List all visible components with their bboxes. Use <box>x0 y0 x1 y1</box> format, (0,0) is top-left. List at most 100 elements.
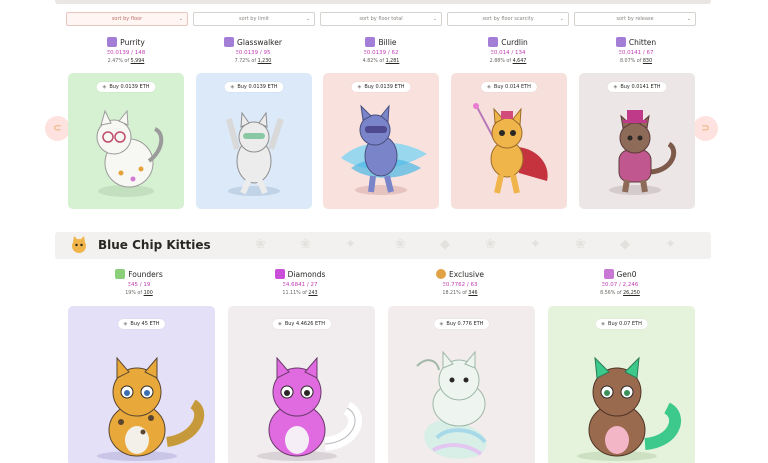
kitty-card-glasswalker[interactable]: ◈ Buy 0.0139 ETH <box>196 73 312 209</box>
kitty-count: 8.07% of 830 <box>578 59 694 66</box>
chevron-down-icon: ⌄ <box>559 16 564 22</box>
kitty-total-link[interactable]: 243 <box>308 291 317 296</box>
buy-button[interactable]: ◈ Buy 0.776 ETH <box>433 319 490 329</box>
founders-icon <box>115 269 126 279</box>
kitty-card-diamonds[interactable]: ◈ Buy 4.4626 ETH <box>228 306 375 463</box>
kitty-name[interactable]: Exclusive <box>449 270 484 279</box>
chevron-down-icon: ⌄ <box>305 16 310 22</box>
buy-button[interactable]: ◈ Buy 0.0139 ETH <box>96 82 156 92</box>
buy-label: Buy 0.776 ETH <box>446 321 484 327</box>
kitty-header-diamonds: Diamonds Ξ4.6841 / 27 11.11% of 243 <box>242 268 358 298</box>
buy-button[interactable]: ◈ Buy 0.0139 ETH <box>224 82 284 92</box>
kitty-total-link[interactable]: 830 <box>643 59 652 64</box>
curdlin-icon <box>488 37 499 47</box>
kitty-card-billie[interactable]: ◈ Buy 0.0139 ETH <box>323 73 439 209</box>
tag-icon: ◈ <box>487 84 491 90</box>
sort-by-limit-select[interactable]: sort by limit ⌄ <box>193 12 315 26</box>
kitty-count: 2.47% of 5,994 <box>68 59 184 66</box>
carousel-next-button[interactable]: ⊃ <box>693 116 718 141</box>
kitty-header-gen0: Gen0 Ξ0.07 / 2,246 8.56% of 26,250 <box>562 268 678 298</box>
kitty-name[interactable]: Glasswalker <box>237 38 282 47</box>
kitty-total-link[interactable]: 1,230 <box>258 59 272 64</box>
kitty-name[interactable]: Diamonds <box>288 270 326 279</box>
kitty-price: Ξ0.7762 / 63 <box>442 282 478 288</box>
kitty-card-chitten[interactable]: ◈ Buy 0.0141 ETH <box>579 73 695 209</box>
kitty-count: 18.21% of 346 <box>402 291 518 298</box>
buy-button[interactable]: ◈ Buy 0.07 ETH <box>595 319 648 329</box>
kitty-name[interactable]: Curdlin <box>501 38 528 47</box>
kitty-name[interactable]: Gen0 <box>617 270 637 279</box>
kitty-count: 8.56% of 26,250 <box>562 291 678 298</box>
diamond-icon <box>274 269 285 279</box>
kitty-card-curdlin[interactable]: ◈ Buy 0.014 ETH <box>451 73 567 209</box>
kitty-total-link[interactable]: 5,994 <box>131 59 145 64</box>
buy-label: Buy 4.4626 ETH <box>284 321 326 327</box>
kitty-total-link[interactable]: 100 <box>144 291 153 296</box>
buy-label: Buy 45 ETH <box>130 321 160 327</box>
chevron-down-icon: ⌄ <box>686 16 691 22</box>
section-title: Blue Chip Kitties <box>98 238 211 252</box>
kitty-image <box>96 356 204 461</box>
sort-row: sort by floor ⌄ sort by limit ⌄ sort by fl… <box>66 12 696 26</box>
kitty-card-exclusive[interactable]: ◈ Buy 0.776 ETH <box>388 306 535 463</box>
kitty-card-gen0[interactable]: ◈ Buy 0.07 ETH <box>548 306 695 463</box>
kitty-image <box>576 356 681 461</box>
sort-by-floor-total-select[interactable]: sort by floor total ⌄ <box>320 12 442 26</box>
sort-by-floor-scarcity-select[interactable]: sort by floor scarcity ⌄ <box>447 12 569 26</box>
tag-icon: ◈ <box>613 84 618 90</box>
buy-label: Buy 0.07 ETH <box>608 321 642 327</box>
kitty-name[interactable]: Billie <box>378 38 396 47</box>
kitty-price: Ξ0.014 / 134 <box>490 50 526 56</box>
kitty-price: Ξ0.0139 / 148 <box>106 50 146 56</box>
buy-button[interactable]: ◈ Buy 0.014 ETH <box>481 82 537 92</box>
kitty-pct: 2.88% of <box>489 59 512 64</box>
section-header-blue-chip: Blue Chip Kitties ❀ ❀ ✦ ❀ ◆ ❀ ✦ ❀ ◆ ✦ <box>55 232 711 259</box>
sort-by-floor-select[interactable]: sort by floor ⌄ <box>66 12 188 26</box>
buy-button[interactable]: ◈ Buy 0.0139 ETH <box>351 82 411 92</box>
sort-by-release-select[interactable]: sort by release ⌄ <box>574 12 696 26</box>
kitty-pct: 2.47% of <box>107 59 130 64</box>
paw-icon: ❀ <box>575 237 586 252</box>
kitty-pct: 11.11% of <box>282 291 307 296</box>
kitty-header-curdlin: Curdlin Ξ0.014 / 134 2.88% of 4,647 <box>450 36 566 66</box>
kitty-total-link[interactable]: 4,647 <box>513 59 527 64</box>
kitty-image <box>96 109 164 197</box>
kitty-count: 7.72% of 1,230 <box>195 59 311 66</box>
carousel-prev-button[interactable]: ⊂ <box>45 116 70 141</box>
kitty-header-purrity: Purrity Ξ0.0139 / 148 2.47% of 5,994 <box>68 36 184 66</box>
wand-icon: ✦ <box>665 237 676 252</box>
kitty-name[interactable]: Chitten <box>629 38 656 47</box>
kitty-total-link[interactable]: 346 <box>468 291 477 296</box>
kitty-image <box>226 111 284 196</box>
sort-select-label: sort by release <box>616 16 654 22</box>
buy-button[interactable]: ◈ Buy 4.4626 ETH <box>271 319 332 329</box>
buy-label: Buy 0.0139 ETH <box>109 84 150 90</box>
sort-select-label: sort by floor scarcity <box>482 16 534 22</box>
buy-label: Buy 0.0139 ETH <box>364 84 405 90</box>
tag-icon: ◈ <box>439 321 444 327</box>
kitty-card-purrity[interactable]: ◈ Buy 0.0139 ETH <box>68 73 184 209</box>
kitty-pct: 4.82% of <box>362 59 385 64</box>
kitty-image <box>256 356 362 461</box>
kitty-pct: 19% of <box>125 291 143 296</box>
kitty-name[interactable]: Purrity <box>120 38 145 47</box>
chevron-down-icon: ⌄ <box>432 16 437 22</box>
billie-icon <box>365 37 376 47</box>
kitty-pct: 8.56% of <box>600 291 622 296</box>
kitty-name[interactable]: Founders <box>128 270 163 279</box>
kitty-total-link[interactable]: 26,250 <box>623 291 640 296</box>
wand-icon: ✦ <box>345 237 356 252</box>
kitty-header-glasswalker: Glasswalker Ξ0.0139 / 95 7.72% of 1,230 <box>195 36 311 66</box>
tag-icon: ◈ <box>123 321 128 327</box>
buy-button[interactable]: ◈ Buy 45 ETH <box>117 319 166 329</box>
kitty-price: Ξ0.07 / 2,246 <box>601 282 639 288</box>
kitty-price: Ξ0.0141 / 67 <box>618 50 654 56</box>
buy-button[interactable]: ◈ Buy 0.0141 ETH <box>607 82 667 92</box>
glasswalker-icon <box>224 37 235 47</box>
sort-select-label: sort by floor total <box>359 16 403 22</box>
diamond-icon: ◆ <box>440 237 450 252</box>
kitty-card-founders[interactable]: ◈ Buy 45 ETH <box>68 306 215 463</box>
sort-select-label: sort by limit <box>239 16 269 22</box>
kitty-total-link[interactable]: 1,281 <box>386 59 400 64</box>
sort-select-label: sort by floor <box>111 16 143 22</box>
